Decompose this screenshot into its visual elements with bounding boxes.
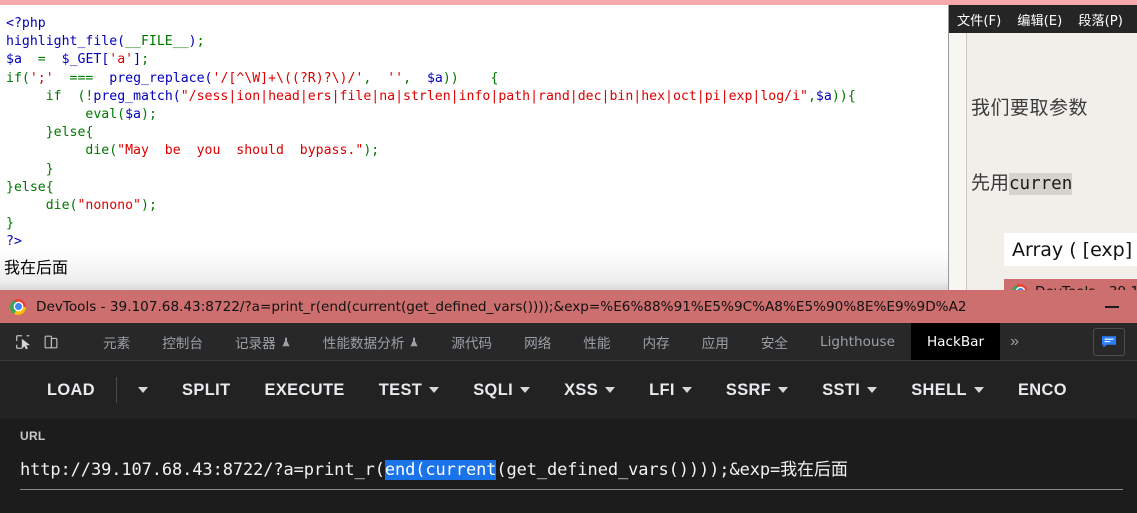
tab-label: 应用: [701, 335, 729, 352]
chevron-down-icon: [138, 387, 149, 393]
url-text-selection: end(current: [384, 460, 497, 480]
url-input[interactable]: http://39.107.68.43:8722/?a=print_r(end(…: [20, 455, 1123, 490]
button-label: SPLIT: [182, 380, 231, 399]
chevron-down-icon: [520, 387, 531, 393]
devtools-window: DevTools - 39.107.68.43:8722/?a=print_r(…: [0, 290, 1137, 513]
tab-label: Lighthouse: [820, 333, 895, 350]
chevron-down-icon: [973, 387, 984, 393]
tab-performance[interactable]: 性能: [567, 323, 626, 360]
text-editor-window: 文件(F) 编辑(E) 段落(P) 我们要取参数 先用curren Array …: [948, 5, 1137, 290]
menu-item-file[interactable]: 文件(F): [957, 10, 1001, 29]
hackbar-ssrf-button[interactable]: SSRF: [709, 381, 805, 400]
button-label: SQLI: [473, 380, 514, 399]
hackbar-shell-button[interactable]: SHELL: [894, 381, 1001, 400]
php-source-code: <?php highlight_file(__FILE__); $a = $_G…: [6, 16, 856, 250]
experimental-flask-icon: [409, 336, 419, 347]
url-field-label: URL: [20, 429, 46, 443]
taskbar-devtools-item[interactable]: DevTools - 39.1: [1004, 279, 1137, 290]
tab-label: 元素: [103, 335, 131, 352]
tab-recorder[interactable]: 记录器: [219, 323, 307, 360]
chevron-down-icon: [429, 387, 440, 393]
hackbar-ssti-button[interactable]: SSTI: [805, 381, 894, 400]
editor-line-2-prefix: 先用: [971, 172, 1010, 194]
button-label: EXECUTE: [264, 380, 345, 399]
chevron-down-icon: [778, 387, 789, 393]
tabs-overflow-button[interactable]: »: [1000, 323, 1029, 360]
device-toolbar-icon[interactable]: [40, 331, 62, 353]
tab-label: 记录器: [234, 335, 276, 352]
devtools-tabs: 元素 控制台 记录器 性能数据分析 源代码 网络 性能 内存 应用 安全 Lig…: [87, 323, 1093, 360]
devtools-title: DevTools - 39.107.68.43:8722/?a=print_r(…: [36, 298, 967, 315]
chevron-down-icon: [681, 387, 692, 393]
menu-item-edit[interactable]: 编辑(E): [1017, 10, 1062, 29]
devtools-tool-icons: [0, 323, 87, 360]
tab-label: 控制台: [162, 335, 203, 352]
tab-label: 网络: [524, 335, 552, 352]
hackbar-load-button[interactable]: LOAD: [30, 381, 112, 400]
tab-security[interactable]: 安全: [745, 323, 804, 360]
message-icon-button[interactable]: [1093, 327, 1125, 356]
button-label: TEST: [378, 380, 423, 399]
editor-line-2-code: curren: [1009, 173, 1073, 195]
hackbar-encoding-button[interactable]: ENCO: [1001, 381, 1084, 400]
page-output-text: 我在后面: [4, 257, 69, 277]
tab-lighthouse[interactable]: Lighthouse: [804, 323, 911, 360]
editor-line-2: 先用curren: [971, 168, 1073, 195]
tab-sources[interactable]: 源代码: [435, 323, 508, 360]
tab-label: 源代码: [451, 335, 493, 352]
hackbar-test-button[interactable]: TEST: [362, 381, 457, 400]
button-label: SSTI: [822, 380, 861, 399]
tab-hackbar[interactable]: HackBar: [910, 323, 1001, 360]
hackbar-sqli-button[interactable]: SQLI: [456, 381, 547, 400]
tab-label: 性能数据分析: [322, 335, 405, 352]
tab-label: 安全: [760, 335, 789, 352]
editor-menu-bar: 文件(F) 编辑(E) 段落(P): [949, 5, 1137, 33]
editor-body[interactable]: 我们要取参数 先用curren Array ( [exp] = DevTools…: [949, 33, 1137, 290]
tab-performance-insights[interactable]: 性能数据分析: [307, 323, 436, 360]
tab-label: 内存: [642, 335, 670, 352]
experimental-flask-icon: [281, 336, 291, 347]
hackbar-action-bar: LOAD SPLIT EXECUTE TEST SQLI XSS LFI SSR…: [0, 361, 1137, 419]
devtools-right-actions: [1093, 323, 1137, 360]
screen-root: <?php highlight_file(__FILE__); $a = $_G…: [0, 0, 1137, 513]
tab-memory[interactable]: 内存: [626, 323, 685, 360]
hackbar-split-button[interactable]: SPLIT: [165, 381, 247, 400]
tab-label: HackBar: [926, 333, 985, 350]
chevron-down-icon: [867, 387, 878, 393]
button-label: LOAD: [47, 380, 96, 399]
editor-line-1: 我们要取参数: [971, 97, 1089, 119]
browser-content-area: <?php highlight_file(__FILE__); $a = $_G…: [0, 5, 948, 290]
hackbar-xss-button[interactable]: XSS: [547, 381, 632, 400]
devtools-tabstrip: 元素 控制台 记录器 性能数据分析 源代码 网络 性能 内存 应用 安全 Lig…: [0, 323, 1137, 361]
button-label: LFI: [649, 380, 675, 399]
tab-label: 性能: [583, 335, 611, 352]
chrome-icon: [10, 298, 26, 315]
hackbar-divider: [116, 377, 118, 403]
button-label: SSRF: [725, 380, 772, 399]
chevron-down-icon: [605, 387, 616, 393]
button-label: ENCO: [1017, 380, 1067, 399]
hackbar-url-section: URL http://39.107.68.43:8722/?a=print_r(…: [0, 419, 1137, 513]
devtools-titlebar[interactable]: DevTools - 39.107.68.43:8722/?a=print_r(…: [0, 290, 1137, 323]
hackbar-execute-button[interactable]: EXECUTE: [248, 381, 362, 400]
button-label: SHELL: [911, 380, 967, 399]
array-output-box: Array ( [exp] =: [1004, 233, 1137, 266]
tab-application[interactable]: 应用: [686, 323, 745, 360]
menu-item-paragraph[interactable]: 段落(P): [1078, 10, 1123, 29]
inspect-element-icon[interactable]: [12, 331, 34, 353]
hackbar-lfi-button[interactable]: LFI: [632, 381, 709, 400]
tab-elements[interactable]: 元素: [87, 323, 146, 360]
tab-network[interactable]: 网络: [508, 323, 567, 360]
editor-gutter: [949, 33, 967, 290]
hackbar-load-dropdown[interactable]: [121, 387, 165, 393]
url-text-after: (get_defined_vars())));&exp=我在后面: [496, 460, 848, 480]
url-input-text: http://39.107.68.43:8722/?a=print_r(end(…: [20, 460, 848, 480]
button-label: XSS: [564, 380, 599, 399]
tab-console[interactable]: 控制台: [146, 323, 219, 360]
minimize-button[interactable]: [1105, 305, 1119, 308]
url-text-before: http://39.107.68.43:8722/?a=print_r(: [20, 460, 385, 480]
